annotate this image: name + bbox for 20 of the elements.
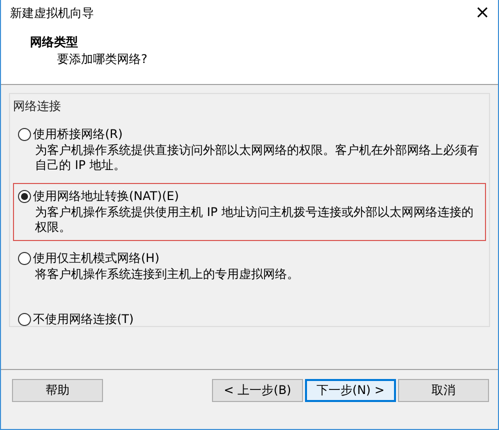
wizard-button[interactable]: 取消 [398, 379, 489, 402]
wizard-button[interactable]: < 上一步(B) [212, 379, 303, 402]
option-label[interactable]: 不使用网络连接(T) [33, 310, 134, 328]
page-subtitle: 要添加哪类网络? [56, 51, 148, 68]
window-title: 新建虚拟机向导 [10, 4, 94, 22]
radio-button[interactable] [18, 190, 31, 202]
option-description: 将客户机操作系统连接到主机上的专用虚拟网络。 [35, 267, 300, 282]
option-label[interactable]: 使用桥接网络(R) [33, 125, 123, 143]
close-button[interactable]: × [474, 4, 490, 22]
radio-button[interactable] [18, 312, 31, 326]
radio-button[interactable] [18, 128, 31, 140]
option-description: 为客户机操作系统提供直接访问外部以太网网络的权限。客户机在外部网络上必须有自己的 IP 地址。 [35, 143, 480, 173]
wizard-button[interactable]: 帮助 [12, 379, 103, 402]
option-label[interactable]: 使用仅主机模式网络(H) [33, 249, 160, 267]
page-title: 网络类型 [30, 34, 79, 51]
option-label[interactable]: 使用网络地址转换(NAT)(E) [33, 187, 179, 205]
group-title: 网络连接 [13, 98, 62, 115]
wizard-button[interactable]: 下一步(N) > [305, 379, 396, 402]
radio-button[interactable] [18, 252, 31, 264]
option-description: 为客户机操作系统提供使用主机 IP 地址访问主机拨号连接或外部以太网网络连接的权限。 [35, 205, 474, 235]
